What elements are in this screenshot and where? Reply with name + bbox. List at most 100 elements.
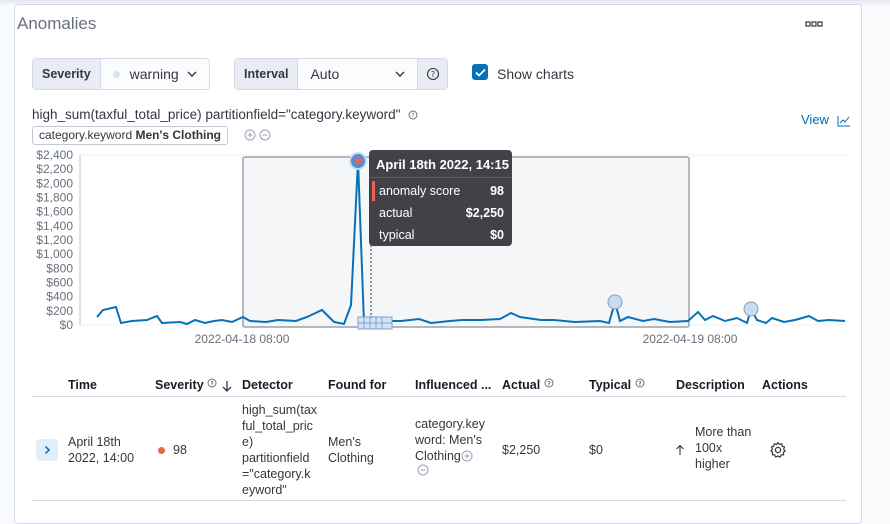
row-description: More than 100x higher	[695, 424, 751, 472]
row-description-line: higher	[695, 457, 730, 471]
severity-select[interactable]: Severity warning	[32, 58, 210, 90]
severity-label: Severity	[33, 59, 101, 89]
svg-text:?: ?	[430, 70, 434, 79]
y-tick-label: $2,400	[36, 148, 73, 162]
y-axis-ticks: $2,400$2,200$2,000$1,800$1,600$1,400$1,2…	[36, 148, 73, 332]
table-header-divider	[32, 396, 846, 397]
warning-dot-icon	[112, 70, 120, 78]
show-charts-label[interactable]: Show charts	[497, 66, 574, 82]
table-row-divider	[32, 500, 846, 501]
tooltip-value: $0	[490, 228, 504, 242]
row-detector-line: e)	[242, 435, 254, 449]
svg-text:?: ?	[412, 113, 415, 120]
chart-tooltip: April 18th 2022, 14:15 anomaly score 98 …	[369, 150, 512, 246]
row-severity: 98	[158, 442, 187, 458]
line-chart-icon	[837, 115, 850, 127]
col-header-severity-label: Severity	[155, 378, 204, 392]
chevron-down-icon	[395, 71, 405, 77]
tooltip-label: actual	[379, 206, 413, 220]
plus-circle-icon[interactable]	[244, 129, 256, 141]
tooltip-row: typical $0	[379, 226, 504, 244]
col-header-typical-label: Typical	[589, 378, 632, 392]
row-description-line: 100x	[695, 441, 723, 455]
minus-circle-icon[interactable]	[259, 129, 271, 141]
anomaly-marker[interactable]	[607, 294, 623, 310]
y-tick-label: $400	[46, 290, 73, 304]
tooltip-title: April 18th 2022, 14:15	[376, 157, 509, 172]
row-detector-line: partitionfield	[242, 451, 310, 465]
x-tick-label: 2022-04-18 08:00	[195, 332, 290, 346]
severity-dot-icon	[158, 447, 165, 455]
gear-icon[interactable]	[769, 441, 787, 464]
row-typical: $0	[589, 443, 603, 457]
tooltip-value: $2,250	[465, 206, 504, 220]
y-tick-label: $1,200	[36, 233, 73, 247]
minus-circle-icon[interactable]	[417, 464, 429, 476]
sort-down-arrow-icon	[222, 380, 232, 392]
y-tick-label: $1,600	[36, 205, 73, 219]
row-time-line: April 18th	[68, 435, 121, 449]
col-header-severity[interactable]: Severity ?	[155, 378, 233, 392]
plus-circle-icon[interactable]	[461, 450, 473, 462]
col-header-actual[interactable]: Actual ?	[502, 378, 554, 392]
y-tick-label: $600	[46, 276, 73, 290]
tooltip-label: anomaly score	[379, 184, 461, 198]
tooltip-row: anomaly score 98	[379, 182, 504, 200]
y-tick-label: $1,800	[36, 191, 73, 205]
row-influenced: category.key word: Men's Clothing	[415, 416, 499, 480]
y-tick-label: $1,000	[36, 247, 73, 261]
row-detector-line: eyword"	[242, 483, 287, 497]
arrow-up-icon	[676, 444, 684, 455]
chevron-down-icon	[187, 71, 197, 77]
anomaly-marker[interactable]	[743, 301, 759, 317]
severity-value: warning	[129, 66, 179, 82]
interval-help-icon[interactable]: ?	[417, 59, 447, 89]
col-header-time[interactable]: Time	[68, 378, 97, 392]
row-found-for-line: Clothing	[328, 451, 374, 465]
chart-title-text: high_sum(taxful_total_price) partitionfi…	[32, 107, 401, 122]
chevron-right-icon	[44, 445, 51, 455]
entity-badge: category.keyword Men's Clothing	[32, 126, 229, 145]
panel-title: Anomalies	[17, 14, 97, 33]
show-charts-checkbox[interactable]	[472, 64, 488, 80]
brush-handle[interactable]	[357, 316, 393, 330]
row-actual: $2,250	[502, 443, 541, 457]
view-label: View	[801, 112, 829, 127]
y-tick-label: $200	[46, 304, 73, 318]
svg-text:?: ?	[638, 381, 642, 388]
y-tick-label: $0	[60, 318, 74, 332]
col-header-influenced[interactable]: Influenced ...	[415, 378, 491, 392]
tooltip-divider	[369, 177, 512, 178]
svg-text:?: ?	[210, 381, 214, 388]
row-time: April 18th 2022, 14:00	[68, 434, 134, 466]
info-icon: ?	[635, 378, 645, 388]
row-influenced-line: word: Men's	[415, 433, 482, 447]
row-time-line: 2022, 14:00	[68, 451, 135, 465]
interval-label: Interval	[235, 59, 299, 89]
col-header-typical[interactable]: Typical ?	[589, 378, 645, 392]
y-tick-label: $2,200	[36, 162, 73, 176]
x-tick-label: 2022-04-19 08:00	[643, 332, 738, 346]
tooltip-label: typical	[379, 228, 415, 242]
col-header-description: Description	[676, 378, 745, 392]
row-description-line: More than	[695, 425, 752, 439]
col-header-detector[interactable]: Detector	[242, 378, 293, 392]
row-detector-line: ="category.k	[242, 467, 311, 481]
expand-row-button[interactable]	[36, 439, 58, 461]
interval-value: Auto	[310, 66, 340, 82]
interval-select[interactable]: Interval Auto ?	[234, 58, 448, 90]
row-found-for-line: Men's	[328, 435, 361, 449]
col-header-actions: Actions	[762, 378, 808, 392]
row-severity-value: 98	[173, 443, 187, 457]
tooltip-severity-bar	[372, 181, 375, 201]
ellipsis-icon[interactable]	[805, 18, 825, 30]
row-detector: high_sum(tax ful_total_pric e) partition…	[242, 402, 328, 498]
view-link[interactable]: View	[801, 112, 851, 127]
col-header-found-for[interactable]: Found for	[328, 378, 386, 392]
tooltip-value: 98	[490, 184, 504, 198]
critical-anomaly-center	[354, 157, 362, 165]
info-icon[interactable]: ?	[408, 108, 418, 123]
row-influenced-line: category.key	[415, 417, 485, 431]
y-tick-label: $2,000	[36, 176, 73, 190]
col-header-actual-label: Actual	[502, 378, 541, 392]
